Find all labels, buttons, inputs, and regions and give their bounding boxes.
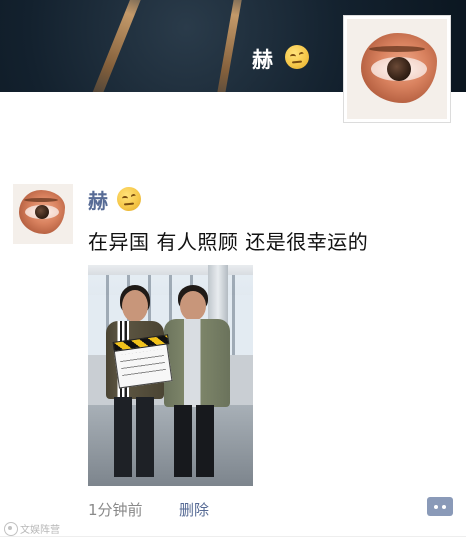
clapperboard [112, 334, 173, 389]
post-timestamp: 1分钟前 [88, 501, 143, 519]
post-author-name[interactable]: 赫 [88, 185, 108, 214]
cover-user-name: 赫 [252, 48, 274, 72]
cover-light-streak [80, 0, 150, 92]
weibo-logo-icon [4, 521, 18, 536]
comment-more-icon[interactable] [427, 497, 453, 516]
raised-eyebrow-face-icon [117, 187, 141, 211]
post-photo[interactable] [88, 265, 253, 486]
post-author-avatar[interactable] [13, 184, 73, 244]
divider [0, 536, 466, 537]
delete-post-link[interactable]: 删除 [179, 499, 209, 520]
post-text: 在异国 有人照顾 还是很幸运的 [88, 230, 369, 254]
cover-light-streak [0, 0, 19, 92]
watermark: 文娱阵营 [4, 521, 60, 536]
watermark-text: 文娱阵营 [20, 525, 60, 536]
raised-eyebrow-face-icon [285, 45, 309, 69]
cover-light-streak [210, 0, 246, 92]
cover-avatar[interactable] [344, 16, 450, 122]
